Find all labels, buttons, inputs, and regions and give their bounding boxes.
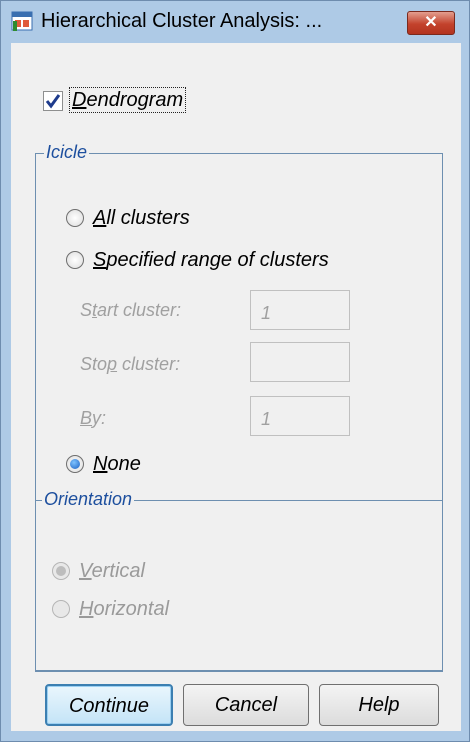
app-icon <box>11 11 35 33</box>
close-button[interactable]: ✕ <box>407 11 455 35</box>
stop-cluster-label: Stop cluster: <box>80 354 181 374</box>
radio-horizontal-label: Horizontal <box>79 598 170 620</box>
radio-button[interactable] <box>52 562 70 580</box>
radio-button[interactable] <box>52 600 70 618</box>
dendrogram-checkbox[interactable] <box>43 91 63 111</box>
icicle-group: Icicle All clusters Specified range of c… <box>35 142 443 672</box>
orientation-group: Orientation Vertical Horizontal <box>35 489 443 672</box>
radio-button[interactable] <box>66 455 84 473</box>
radio-button[interactable] <box>66 209 84 227</box>
radio-vertical-label: Vertical <box>79 560 145 582</box>
title-bar[interactable]: Hierarchical Cluster Analysis: ... ✕ <box>1 1 469 43</box>
orientation-group-title: Orientation <box>42 489 135 509</box>
dialog-body: Dendrogram Icicle All clusters Specified… <box>11 43 461 731</box>
dendrogram-label: Dendrogram <box>69 87 187 113</box>
by-input[interactable]: 1 <box>250 396 350 436</box>
close-icon: ✕ <box>424 14 438 31</box>
cancel-button[interactable]: Cancel <box>183 684 309 726</box>
help-button[interactable]: Help <box>319 684 439 726</box>
window-title: Hierarchical Cluster Analysis: ... <box>41 10 323 32</box>
start-cluster-label: Start cluster: <box>80 300 182 320</box>
by-label: By: <box>80 408 107 428</box>
start-cluster-input[interactable]: 1 <box>250 290 350 330</box>
icicle-group-title: Icicle <box>44 142 90 162</box>
radio-none-label: None <box>93 453 141 475</box>
dialog-window: Hierarchical Cluster Analysis: ... ✕ Den… <box>0 0 470 742</box>
stop-cluster-input[interactable] <box>250 342 350 382</box>
radio-button[interactable] <box>66 251 84 269</box>
radio-all-clusters-label: All clusters <box>93 207 190 229</box>
continue-button[interactable]: Continue <box>45 684 173 726</box>
checkmark-icon <box>45 94 61 109</box>
radio-specified-range-label: Specified range of clusters <box>93 249 329 271</box>
